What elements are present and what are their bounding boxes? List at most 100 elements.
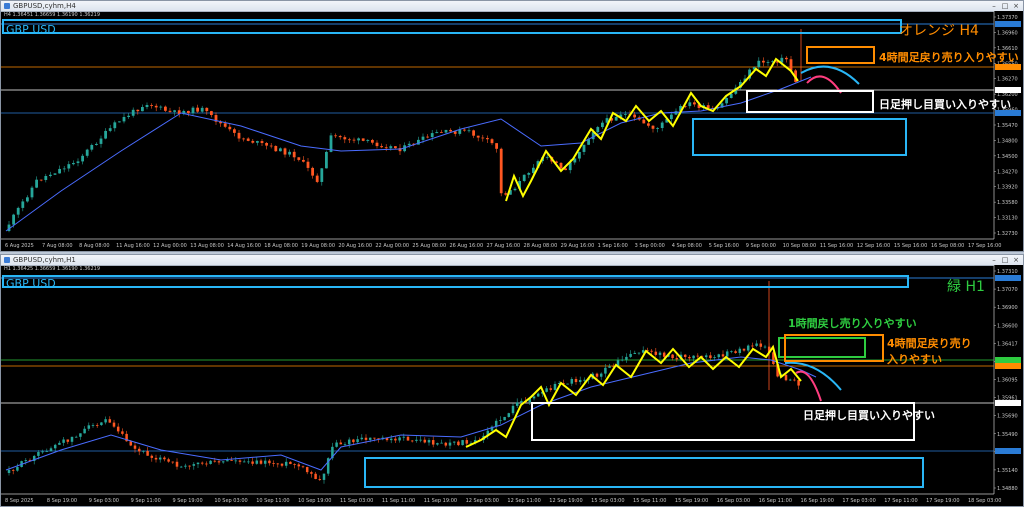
candle-body bbox=[360, 437, 364, 440]
candle-body bbox=[24, 460, 28, 462]
forecast-curve bbox=[795, 370, 822, 402]
candle-body bbox=[495, 143, 498, 149]
candle-body bbox=[343, 444, 347, 446]
price-tick-label: 1.34880 bbox=[997, 486, 1018, 492]
price-tick-label: 1.35490 bbox=[997, 432, 1018, 438]
resistance-zone-box[interactable] bbox=[2, 19, 902, 34]
candle-body bbox=[746, 345, 750, 351]
candle-body bbox=[251, 461, 254, 464]
candle-body bbox=[633, 114, 636, 118]
candle-body bbox=[108, 419, 112, 423]
candle-body bbox=[158, 457, 162, 460]
price-tick-label: 1.33920 bbox=[997, 185, 1018, 191]
candle-body bbox=[311, 167, 314, 176]
candle-body bbox=[545, 156, 549, 158]
time-tick-label: 12 Aug 00:00 bbox=[153, 243, 187, 249]
candle-body bbox=[762, 60, 765, 63]
candle-body bbox=[247, 461, 250, 463]
candle-body bbox=[717, 354, 721, 358]
time-tick-label: 15 Sep 03:00 bbox=[591, 498, 624, 504]
candle-body bbox=[788, 379, 792, 381]
candle-body bbox=[251, 140, 255, 143]
candle-body bbox=[352, 139, 356, 141]
candle-body bbox=[633, 352, 637, 354]
chart-window-h1[interactable]: GBPUSD,cyhm,H1 – □ × 1.37310 1.37070 1.369… bbox=[0, 254, 1024, 507]
candle-body bbox=[371, 139, 374, 143]
candle-body bbox=[30, 187, 34, 198]
price-chart-h4[interactable]: 1.373701.369601.366101.365501.362701.362… bbox=[1, 11, 1023, 251]
support-zone-box[interactable] bbox=[692, 118, 907, 156]
candle-body bbox=[793, 379, 796, 381]
zigzag-line bbox=[465, 344, 802, 448]
candle-body bbox=[725, 351, 729, 357]
candle-body bbox=[289, 461, 292, 465]
candle-body bbox=[394, 438, 397, 441]
chart-icon bbox=[4, 257, 10, 263]
candle-body bbox=[486, 138, 489, 140]
chart-icon bbox=[4, 3, 10, 9]
candle-body bbox=[320, 168, 324, 182]
candle-body bbox=[522, 174, 526, 181]
maximize-icon[interactable]: □ bbox=[1000, 2, 1010, 10]
maximize-icon[interactable]: □ bbox=[1000, 256, 1010, 264]
candle-body bbox=[789, 59, 793, 71]
candle-body bbox=[440, 442, 443, 444]
candle-body bbox=[288, 151, 291, 155]
candle-body bbox=[730, 351, 733, 353]
close-icon[interactable]: × bbox=[1011, 256, 1021, 264]
time-tick-label: 15 Sep 11:00 bbox=[633, 498, 666, 504]
minimize-icon[interactable]: – bbox=[989, 256, 999, 264]
candle-body bbox=[310, 472, 313, 474]
candle-body bbox=[601, 122, 604, 128]
time-tick-label: 15 Sep 19:00 bbox=[675, 498, 708, 504]
minimize-icon[interactable]: – bbox=[989, 2, 999, 10]
candle-body bbox=[196, 462, 200, 465]
time-tick-label: 29 Aug 16:00 bbox=[561, 243, 595, 249]
chart-window-h4[interactable]: GBPUSD,cyhm,H4 – □ × 1.37370 1.36960 1.366… bbox=[0, 0, 1024, 252]
candle-body bbox=[452, 441, 456, 443]
candle-body bbox=[136, 109, 140, 112]
time-tick-label: 11 Sep 16:00 bbox=[820, 243, 853, 249]
symbol-label: GBP USD bbox=[6, 23, 56, 36]
time-tick-label: 17 Sep 16:00 bbox=[968, 243, 1001, 249]
h4-sell-zone-box[interactable] bbox=[806, 46, 875, 64]
candle-body bbox=[419, 439, 422, 441]
candle-body bbox=[268, 460, 271, 464]
price-tag bbox=[995, 64, 1021, 70]
price-chart-h1[interactable]: 1.373101.370701.369001.366001.364171.362… bbox=[1, 265, 1023, 506]
time-tick-label: 22 Aug 00:00 bbox=[375, 243, 409, 249]
time-tick-label: 9 Sep 00:00 bbox=[746, 243, 776, 249]
symbol-label: GBP USD bbox=[6, 277, 56, 290]
candle-body bbox=[595, 373, 599, 377]
h1-sell-zone-box[interactable] bbox=[778, 337, 866, 358]
candle-body bbox=[361, 138, 365, 141]
candle-body bbox=[163, 457, 166, 460]
price-tick-label: 1.33130 bbox=[997, 216, 1018, 222]
candle-body bbox=[137, 448, 141, 452]
close-icon[interactable]: × bbox=[1011, 2, 1021, 10]
price-tag bbox=[995, 363, 1021, 369]
candle-body bbox=[335, 442, 338, 447]
price-tick-label: 1.33580 bbox=[997, 200, 1018, 206]
time-tick-label: 10 Sep 08:00 bbox=[783, 243, 816, 249]
candle-body bbox=[625, 356, 628, 360]
candle-body bbox=[366, 139, 370, 141]
candle-body bbox=[406, 436, 410, 441]
candle-body bbox=[415, 439, 418, 441]
candle-body bbox=[145, 104, 149, 108]
candle-body bbox=[368, 437, 372, 440]
candle-body bbox=[467, 130, 471, 132]
candle-body bbox=[449, 129, 452, 132]
candle-body bbox=[583, 379, 586, 381]
time-tick-label: 16 Sep 03:00 bbox=[717, 498, 750, 504]
candle-body bbox=[131, 109, 135, 116]
candle-body bbox=[448, 442, 452, 446]
candle-body bbox=[604, 367, 607, 374]
time-tick-label: 18 Sep 03:00 bbox=[968, 498, 1001, 504]
candle-body bbox=[444, 129, 448, 133]
support-zone-box[interactable] bbox=[364, 457, 924, 488]
candle-body bbox=[146, 450, 149, 456]
annotation-text: 入りやすい bbox=[887, 353, 942, 366]
candle-body bbox=[463, 129, 466, 131]
candle-body bbox=[570, 378, 574, 384]
